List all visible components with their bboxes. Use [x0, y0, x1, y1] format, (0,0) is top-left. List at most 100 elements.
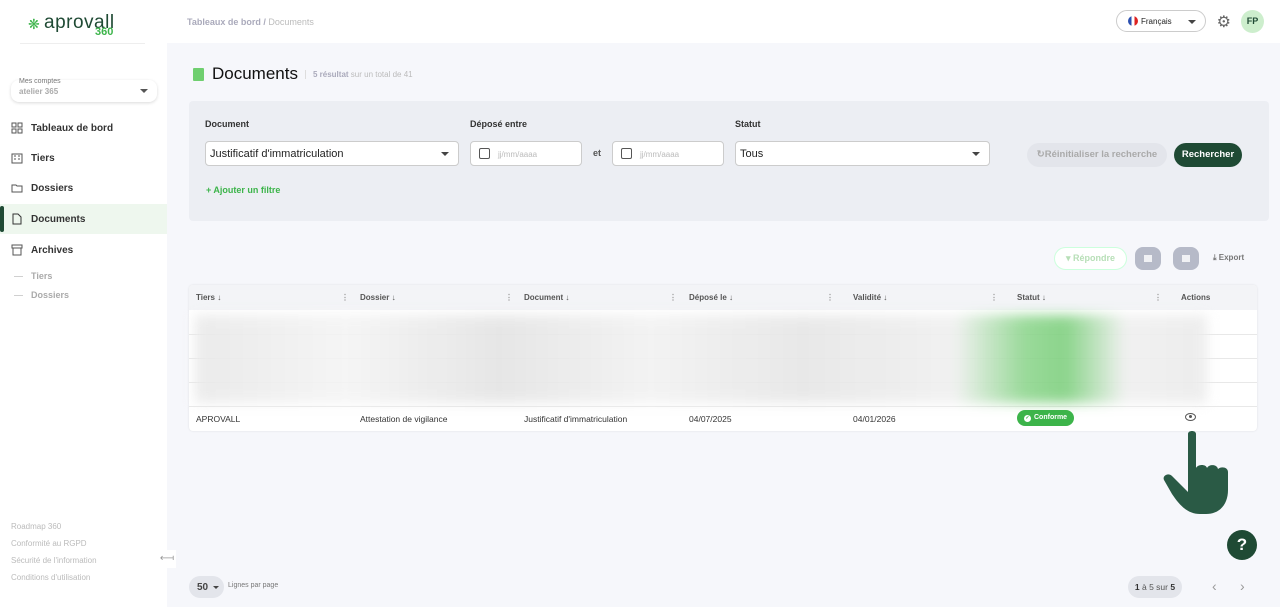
breadcrumb-current: Documents — [268, 17, 314, 27]
date-to-input[interactable]: jj/mm/aaaa — [612, 141, 724, 166]
pagination-info: 1 à 5 sur 5 — [1128, 576, 1182, 598]
sidebar-item-documents[interactable]: Documents — [0, 204, 167, 234]
previous-page-icon[interactable]: ‹ — [1212, 578, 1217, 594]
sidebar: ❋ aprovall 360 Mes comptes atelier 365 T… — [0, 0, 167, 607]
sidebar-subitem-tiers[interactable]: Tiers — [14, 271, 52, 281]
date-and-label: et — [593, 148, 602, 158]
document-select[interactable]: Justificatif d'immatriculation — [205, 141, 459, 166]
logo[interactable]: ❋ aprovall 360 — [28, 12, 138, 42]
date-filter-label: Déposé entre — [470, 119, 528, 129]
footer-link-rgpd[interactable]: Conformité au RGPD — [11, 539, 87, 548]
column-menu-icon[interactable]: ⋮ — [505, 293, 513, 302]
account-select[interactable]: Mes comptes atelier 365 — [11, 78, 157, 102]
sidebar-item-label: Dossiers — [31, 182, 74, 194]
archive-icon — [11, 244, 23, 256]
export-button[interactable]: ⤓ Export — [1213, 253, 1244, 263]
sidebar-subitem-dossiers[interactable]: Dossiers — [14, 290, 69, 300]
rows-per-page-select[interactable]: 50 — [189, 576, 224, 598]
columns-icon — [1144, 255, 1152, 262]
column-label: Dossier — [360, 293, 390, 302]
calendar-icon — [621, 148, 632, 159]
status-select-value: Tous — [740, 148, 764, 160]
sidebar-item-label: Tableaux de bord — [31, 122, 114, 134]
account-label: Mes comptes — [19, 78, 61, 85]
breadcrumb: Tableaux de bord / Documents — [187, 17, 314, 27]
chevron-down-icon — [441, 152, 449, 160]
respond-button[interactable]: ▾ Répondre — [1054, 247, 1127, 270]
columns-view-button[interactable] — [1135, 247, 1161, 270]
cell-tiers: APROVALL — [196, 414, 241, 424]
result-count: 5 résultat sur un total de 41 — [304, 69, 413, 79]
filter-panel: Document Justificatif d'immatriculation … — [189, 101, 1269, 221]
chevron-down-icon — [1188, 20, 1196, 28]
cell-dossier: Attestation de vigilance — [360, 414, 448, 424]
result-count-rest: sur un total de 41 — [348, 69, 413, 79]
range-mid: à 5 sur — [1139, 582, 1171, 592]
footer-link-roadmap[interactable]: Roadmap 360 — [11, 522, 61, 531]
range-total: 5 — [1170, 582, 1176, 592]
cell-document: Justificatif d'immatriculation — [524, 414, 628, 424]
column-header-tiers[interactable]: Tiers ↓ ⋮ — [196, 293, 349, 302]
column-label: Validité — [853, 293, 882, 302]
column-label: Document — [524, 293, 564, 302]
sidebar-item-dossiers[interactable]: Dossiers — [0, 173, 167, 203]
column-header-document[interactable]: Document ↓ ⋮ — [524, 293, 677, 302]
search-button[interactable]: Rechercher — [1174, 143, 1242, 167]
export-label: Export — [1218, 253, 1245, 262]
logo-mark-icon: ❋ — [28, 16, 40, 32]
sidebar-item-dashboard[interactable]: Tableaux de bord — [0, 113, 167, 143]
date-from-input[interactable]: jj/mm/aaaa — [470, 141, 582, 166]
footer-link-security[interactable]: Sécurité de l'information — [11, 556, 97, 565]
sidebar-item-label: Archives — [31, 244, 74, 256]
column-menu-icon[interactable]: ⋮ — [826, 293, 834, 302]
document-icon — [12, 213, 22, 225]
sidebar-item-archives[interactable]: Archives — [0, 235, 167, 265]
column-header-actions: Actions — [1181, 293, 1211, 302]
folder-icon — [11, 184, 23, 193]
date-placeholder: jj/mm/aaaa — [640, 150, 680, 159]
breadcrumb-parent[interactable]: Tableaux de bord — [187, 17, 261, 27]
column-header-dossier[interactable]: Dossier ↓ ⋮ — [360, 293, 513, 302]
eye-icon[interactable] — [1185, 413, 1196, 421]
column-menu-icon[interactable]: ⋮ — [990, 293, 998, 302]
table-header: Tiers ↓ ⋮ Dossier ↓ ⋮ Document ↓ ⋮ Déposé l… — [189, 285, 1257, 310]
density-view-button[interactable] — [1173, 247, 1199, 270]
status-select[interactable]: Tous — [735, 141, 990, 166]
column-header-validite[interactable]: Validité ↓ ⋮ — [853, 293, 998, 302]
document-filter-label: Document — [205, 119, 250, 129]
avatar[interactable]: FP — [1241, 10, 1264, 33]
collapse-sidebar-icon[interactable]: ⟻ — [158, 550, 176, 568]
add-filter-button[interactable]: + Ajouter un filtre — [206, 185, 280, 195]
building-icon — [11, 153, 23, 164]
help-button[interactable]: ? — [1227, 530, 1257, 560]
page-title: Documents — [212, 64, 298, 83]
filter-icon: ▾ — [1065, 253, 1073, 263]
status-filter-label: Statut — [735, 119, 761, 129]
pointer-hand-icon — [1163, 431, 1228, 514]
column-menu-icon[interactable]: ⋮ — [341, 293, 349, 302]
reset-label: Réinitialiser la recherche — [1044, 149, 1158, 160]
footer-link-terms[interactable]: Conditions d'utilisation — [11, 573, 90, 582]
divider — [20, 43, 145, 44]
result-count-bold: 5 résultat — [312, 69, 349, 79]
column-menu-icon[interactable]: ⋮ — [669, 293, 677, 302]
account-value: atelier 365 — [19, 87, 59, 96]
column-menu-icon[interactable]: ⋮ — [1154, 293, 1162, 302]
brand-suffix: 360 — [95, 26, 114, 38]
chevron-down-icon — [972, 152, 980, 160]
column-header-statut[interactable]: Statut ↓ ⋮ — [1017, 293, 1162, 302]
reset-search-button[interactable]: ↻Réinitialiser la recherche — [1027, 143, 1167, 167]
sidebar-item-label: Tiers — [31, 152, 55, 164]
row-divider — [189, 406, 1257, 407]
gear-icon[interactable]: ⚙ — [1217, 12, 1231, 32]
france-flag-icon — [1128, 16, 1138, 26]
chevron-down-icon — [140, 89, 148, 97]
cell-depose: 04/07/2025 — [689, 414, 732, 424]
sidebar-item-tiers[interactable]: Tiers — [0, 143, 167, 173]
language-select[interactable]: Français — [1116, 10, 1206, 32]
square-icon — [1182, 255, 1190, 262]
cell-validite: 04/01/2026 — [853, 414, 896, 424]
column-header-depose[interactable]: Déposé le ↓ ⋮ — [689, 293, 834, 302]
next-page-icon[interactable]: › — [1240, 578, 1245, 594]
respond-label: Répondre — [1073, 253, 1116, 263]
